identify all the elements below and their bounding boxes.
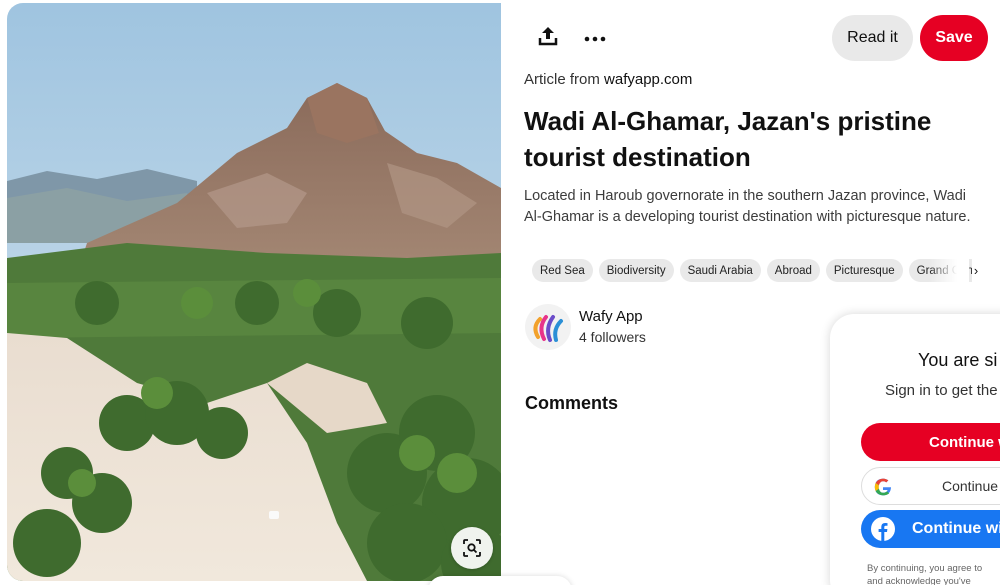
google-icon: [873, 477, 893, 500]
read-it-button[interactable]: Read it: [832, 15, 913, 61]
signin-terms: By continuing, you agree to and acknowle…: [867, 562, 1000, 585]
tag-chip[interactable]: Red Sea: [532, 259, 593, 282]
continue-email-button[interactable]: Continue w: [861, 423, 1000, 461]
pin-title[interactable]: Wadi Al-Ghamar, Jazan's pristine tourist…: [524, 103, 964, 175]
facebook-icon: [871, 517, 895, 546]
tag-list: Red Sea Biodiversity Saudi Arabia Abroad…: [532, 259, 972, 283]
article-source: Article from wafyapp.com: [524, 71, 692, 88]
article-source-prefix: Article from: [524, 71, 600, 88]
signin-terms-line: By continuing, you agree to: [867, 563, 983, 574]
landscape-illustration: [7, 3, 501, 581]
more-options-button[interactable]: [575, 18, 615, 58]
tag-chip[interactable]: Biodiversity: [598, 259, 674, 282]
tags-scroll-right-button[interactable]: ›: [969, 259, 983, 281]
continue-google-button[interactable]: Continue: [861, 467, 1000, 505]
signin-card: You are si Sign in to get the Continue w…: [830, 314, 1000, 585]
visual-search-icon: [462, 538, 482, 558]
continue-facebook-label: Continue wi: [912, 520, 1000, 537]
author-name[interactable]: Wafy App: [579, 308, 643, 325]
tag-chip[interactable]: Saudi Arabia: [679, 259, 761, 282]
article-source-link[interactable]: wafyapp.com: [604, 71, 692, 88]
visual-search-button[interactable]: [451, 527, 493, 569]
author-followers: 4 followers: [579, 329, 646, 345]
pin-description: Located in Haroub governorate in the sou…: [524, 188, 971, 225]
tag-chip[interactable]: Picturesque: [825, 259, 903, 282]
floating-pill[interactable]: [428, 576, 572, 585]
ellipsis-icon: [584, 29, 606, 47]
continue-google-label: Continue: [942, 478, 999, 494]
pin-image[interactable]: [7, 3, 501, 581]
save-button[interactable]: Save: [920, 15, 988, 61]
signin-terms-line: and acknowledge you've: [867, 576, 971, 585]
tag-list-fade: [929, 259, 969, 283]
pin-details-panel: Read it Save Article from wafyapp.com Wa…: [501, 0, 1000, 585]
chevron-right-icon: ›: [973, 262, 979, 278]
author-avatar[interactable]: [525, 304, 571, 350]
signin-subtitle: Sign in to get the: [885, 382, 998, 399]
comments-heading: Comments: [525, 393, 619, 413]
share-button[interactable]: [528, 18, 568, 58]
signin-title: You are si: [918, 350, 998, 370]
wafy-logo-icon: [533, 315, 563, 342]
continue-facebook-button[interactable]: Continue wi: [861, 510, 1000, 548]
share-upload-icon: [537, 25, 559, 52]
tag-chip[interactable]: Abroad: [766, 259, 820, 282]
